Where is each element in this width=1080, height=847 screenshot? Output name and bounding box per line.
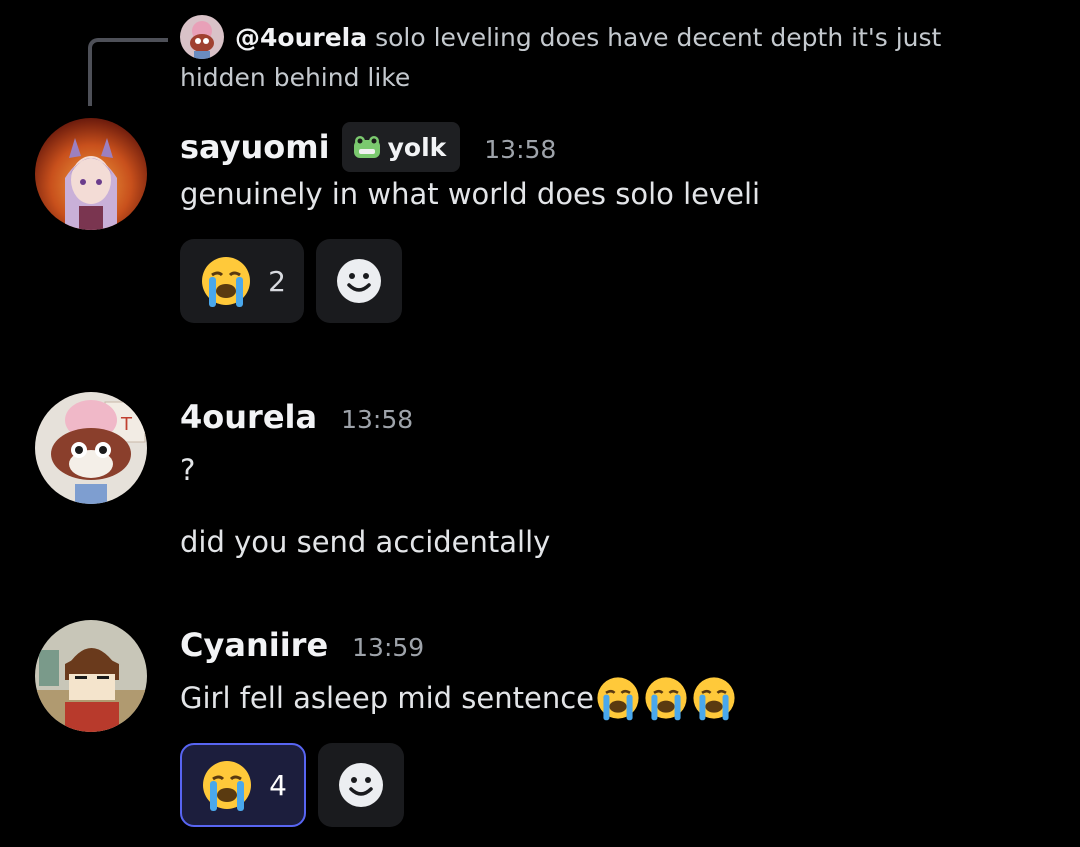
smiley-face-icon	[339, 763, 383, 807]
reply-author-name[interactable]: @4ourela	[235, 23, 367, 52]
add-reaction-button[interactable]	[316, 239, 402, 323]
reaction-count: 4	[269, 768, 287, 802]
loudly-crying-face-icon	[202, 257, 251, 307]
message-content: ?	[180, 450, 195, 490]
smiley-face-icon	[337, 259, 381, 303]
timestamp[interactable]: 13:58	[484, 135, 556, 164]
message-line: did you send accidentally	[180, 525, 551, 559]
message-content: Girl fell asleep mid sentence	[180, 674, 738, 722]
reply-preview[interactable]: @4ourela solo leveling does have decent d…	[180, 18, 1030, 98]
loudly-crying-face-icon	[645, 677, 687, 721]
svg-text:T: T	[120, 414, 133, 435]
frog-icon	[353, 136, 380, 158]
message-line: genuinely in what world does solo leveli	[180, 177, 761, 211]
message-header: sayuomi yolk 13:58	[180, 122, 556, 172]
server-tag-label: yolk	[387, 132, 447, 162]
timestamp[interactable]: 13:58	[341, 405, 413, 434]
reaction-button[interactable]: 4	[180, 743, 306, 827]
reaction-button[interactable]: 2	[180, 239, 304, 323]
username[interactable]: Cyaniire	[180, 626, 328, 664]
avatar[interactable]	[35, 620, 147, 732]
message-line: ?	[180, 453, 196, 487]
message-content: genuinely in what world does solo leveli	[180, 174, 760, 214]
message-content: did you send accidentally	[180, 522, 550, 562]
reaction-count: 2	[268, 264, 286, 298]
server-tag[interactable]: yolk	[341, 122, 461, 172]
username[interactable]: sayuomi	[180, 128, 330, 166]
reply-spine	[88, 38, 168, 106]
username[interactable]: 4ourela	[180, 398, 317, 436]
add-reaction-button[interactable]	[318, 743, 404, 827]
avatar[interactable]	[35, 118, 147, 230]
message-line: Girl fell asleep mid sentence	[180, 681, 595, 715]
timestamp[interactable]: 13:59	[352, 633, 424, 662]
loudly-crying-face-icon	[597, 677, 639, 721]
avatar[interactable]: T	[35, 392, 147, 504]
loudly-crying-face-icon	[693, 677, 735, 721]
message-header: 4ourela 13:58	[180, 398, 413, 436]
message-header: Cyaniire 13:59	[180, 626, 424, 664]
loudly-crying-face-icon	[203, 761, 252, 811]
